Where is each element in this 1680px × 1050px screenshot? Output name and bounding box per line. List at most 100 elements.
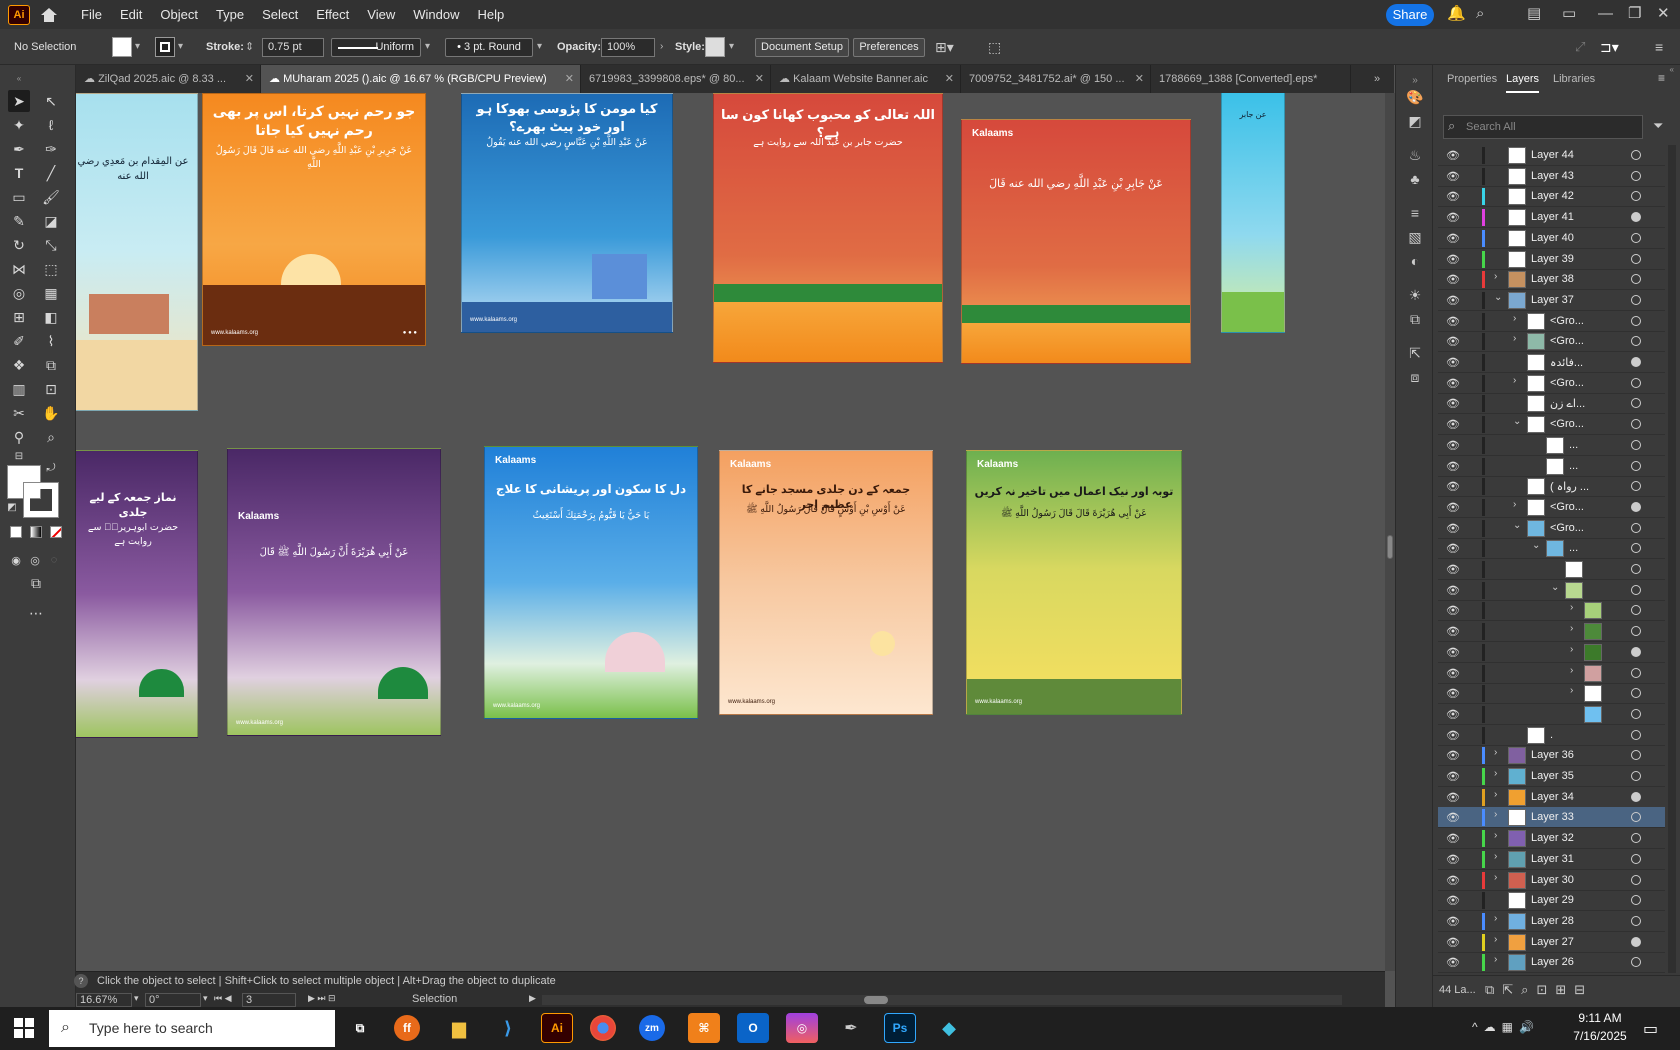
menu-icon[interactable]: ≡: [1655, 29, 1663, 65]
tab-zilqad[interactable]: ☁ ZilQad 2025.aic @ 8.33 ... ✕: [76, 65, 261, 93]
artboard-3[interactable]: کیا مومن کا پڑوسی بھوکا ہو اور خود پیٹ ب…: [461, 93, 673, 333]
target-circle-icon[interactable]: [1631, 439, 1641, 450]
visibility-eye-icon[interactable]: 👁: [1446, 811, 1460, 824]
windows-start-icon[interactable]: [14, 1018, 34, 1038]
layer-row[interactable]: 👁 Layer 42: [1438, 186, 1665, 208]
visibility-eye-icon[interactable]: 👁: [1446, 708, 1460, 721]
layer-row[interactable]: 👁 › Layer 38: [1438, 269, 1665, 291]
visibility-eye-icon[interactable]: 👁: [1446, 667, 1460, 680]
visibility-eye-icon[interactable]: 👁: [1446, 335, 1460, 348]
stroke-profile-select[interactable]: Uniform: [331, 38, 421, 57]
chevron-down-icon[interactable]: ▾: [203, 993, 208, 1004]
visibility-eye-icon[interactable]: 👁: [1446, 460, 1460, 473]
expand-toggle-icon[interactable]: ›: [1513, 313, 1523, 324]
selection-tool-icon[interactable]: ➤: [8, 90, 30, 112]
graphic-styles-icon[interactable]: ☀: [1405, 285, 1425, 305]
rectangle-tool-icon[interactable]: ▭: [8, 186, 30, 208]
target-circle-icon[interactable]: [1631, 170, 1641, 181]
system-tray-icons[interactable]: ^☁▦🔊: [1472, 1020, 1540, 1034]
blend-tool-icon[interactable]: ⌇: [40, 330, 62, 352]
puppet-warp-icon[interactable]: ⚲: [8, 426, 30, 448]
chevron-down-icon[interactable]: ▾: [425, 29, 430, 65]
photoshop-icon[interactable]: Ps: [884, 1013, 916, 1043]
layer-row[interactable]: 👁 › Layer 34: [1438, 787, 1665, 808]
asset-export-icon[interactable]: ⧉: [1405, 309, 1425, 329]
visibility-eye-icon[interactable]: 👁: [1446, 625, 1460, 638]
visibility-eye-icon[interactable]: 👁: [1446, 542, 1460, 555]
layer-row[interactable]: 👁 › <Gro...: [1438, 331, 1665, 353]
expand-toggle-icon[interactable]: ›: [1494, 789, 1504, 800]
first-artboard-icon[interactable]: ⏮ ◀: [214, 993, 232, 1004]
target-circle-icon[interactable]: [1631, 253, 1641, 264]
artboard-4[interactable]: اللہ تعالی کو محبوب کھانا کون سا ہے؟ حضر…: [713, 93, 943, 363]
chevron-down-icon[interactable]: ▾: [729, 29, 734, 65]
target-circle-icon[interactable]: [1631, 895, 1641, 906]
visibility-eye-icon[interactable]: 👁: [1446, 646, 1460, 659]
tab-properties[interactable]: Properties: [1447, 65, 1497, 93]
target-circle-icon[interactable]: [1631, 191, 1641, 202]
zoom-field[interactable]: 16.67%: [76, 993, 132, 1007]
artboard-tool-icon[interactable]: ⊡: [40, 378, 62, 400]
color-mode-fill[interactable]: [10, 526, 22, 538]
zoom-icon[interactable]: zm: [639, 1015, 665, 1041]
visibility-eye-icon[interactable]: 👁: [1446, 915, 1460, 928]
zoom-tool-icon[interactable]: ⌕: [40, 426, 62, 448]
scrollbar-thumb[interactable]: [1387, 535, 1393, 559]
target-circle-icon[interactable]: [1631, 605, 1641, 616]
help-icon[interactable]: ?: [74, 974, 88, 988]
visibility-eye-icon[interactable]: 👁: [1446, 501, 1460, 514]
export-icon[interactable]: ⇱: [1405, 343, 1425, 363]
expand-toggle-icon[interactable]: ›: [1494, 809, 1504, 820]
canva-icon[interactable]: ◎: [786, 1013, 818, 1043]
visibility-eye-icon[interactable]: 👁: [1446, 936, 1460, 949]
curvature-tool-icon[interactable]: ✑: [40, 138, 62, 160]
layer-row[interactable]: 👁 › Layer 35: [1438, 766, 1665, 787]
layer-row[interactable]: 👁 › Layer 30: [1438, 870, 1665, 891]
layer-row[interactable]: 👁 › Layer 27: [1438, 932, 1665, 953]
chevron-right-icon[interactable]: ▶: [529, 993, 536, 1004]
close-icon[interactable]: ✕: [1135, 65, 1144, 93]
layer-row[interactable]: 👁 ›: [1438, 663, 1665, 684]
visibility-eye-icon[interactable]: 👁: [1446, 170, 1460, 183]
visibility-eye-icon[interactable]: 👁: [1446, 377, 1460, 390]
brushes-panel-icon[interactable]: ♨: [1405, 145, 1425, 165]
magic-wand-icon[interactable]: ✦: [8, 114, 30, 136]
visibility-eye-icon[interactable]: 👁: [1446, 832, 1460, 845]
draw-inside-icon[interactable]: ◌: [43, 549, 65, 571]
mesh-tool-icon[interactable]: ⊞: [8, 306, 30, 328]
pen-tool-icon[interactable]: ✒: [8, 138, 30, 160]
layer-actions-icons[interactable]: ⧉⇱⌕⊡⊞⊟: [1485, 982, 1593, 998]
target-circle-icon[interactable]: [1631, 729, 1641, 740]
expand-toggle-icon[interactable]: ›: [1494, 747, 1504, 758]
target-circle-icon[interactable]: [1631, 212, 1641, 223]
target-circle-icon[interactable]: [1631, 336, 1641, 347]
expand-toggle-icon[interactable]: ⌄: [1551, 582, 1561, 593]
target-circle-icon[interactable]: [1631, 957, 1641, 968]
close-icon[interactable]: ✕: [565, 65, 574, 93]
artboard-9[interactable]: Kalaams دل کا سکون اور پریشانی کا علاج ي…: [484, 446, 698, 719]
menu-file[interactable]: File: [72, 0, 111, 29]
transform-icon[interactable]: ⬚: [988, 29, 1001, 65]
visibility-eye-icon[interactable]: 👁: [1446, 770, 1460, 783]
visibility-eye-icon[interactable]: 👁: [1446, 211, 1460, 224]
visibility-eye-icon[interactable]: 👁: [1446, 149, 1460, 162]
target-circle-icon[interactable]: [1631, 626, 1641, 637]
lasso-icon[interactable]: ℓ: [40, 114, 62, 136]
preferences-button[interactable]: Preferences: [853, 38, 925, 57]
layer-row[interactable]: 👁: [1438, 704, 1665, 725]
visibility-eye-icon[interactable]: 👁: [1446, 894, 1460, 907]
visibility-eye-icon[interactable]: 👁: [1446, 874, 1460, 887]
expand-toggle-icon[interactable]: ⌄: [1494, 292, 1504, 303]
direct-selection-tool-icon[interactable]: ↖: [40, 90, 62, 112]
panel-toggle-icon[interactable]: ⊐▾: [1600, 29, 1619, 65]
layer-row[interactable]: 👁.: [1438, 725, 1665, 746]
target-circle-icon[interactable]: [1631, 481, 1641, 492]
layer-row[interactable]: 👁 › Layer 32: [1438, 828, 1665, 850]
menu-select[interactable]: Select: [253, 0, 307, 29]
layer-row[interactable]: 👁 Layer 29: [1438, 890, 1665, 912]
appearance-panel-icon[interactable]: ◐: [1405, 251, 1425, 271]
align-icon[interactable]: ⊞▾: [935, 29, 954, 65]
target-circle-icon[interactable]: [1631, 667, 1641, 678]
menu-help[interactable]: Help: [468, 0, 513, 29]
target-circle-icon[interactable]: [1631, 812, 1641, 823]
